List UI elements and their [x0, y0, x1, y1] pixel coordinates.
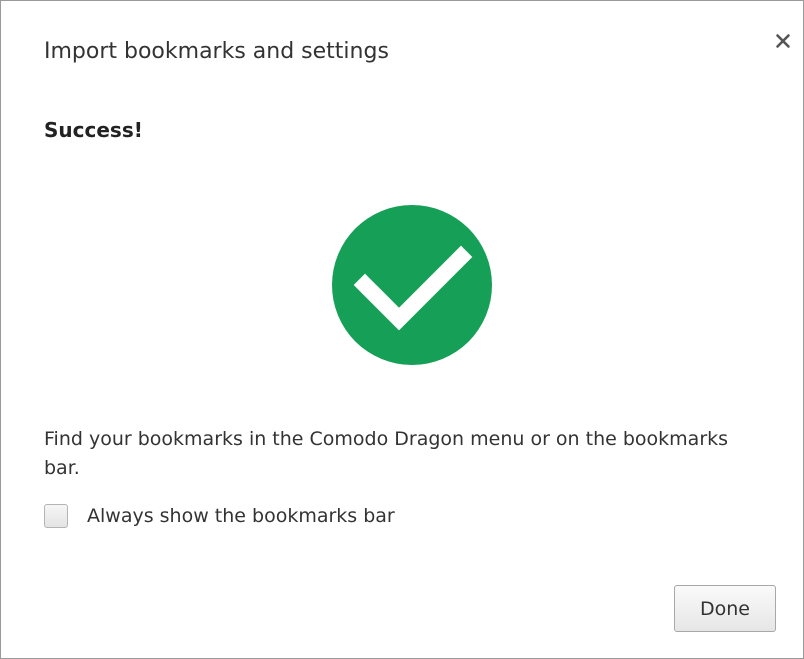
dialog-title: Import bookmarks and settings — [44, 39, 389, 64]
import-dialog: Import bookmarks and settings Success! F… — [0, 0, 804, 659]
close-icon[interactable] — [771, 29, 795, 53]
done-button[interactable]: Done — [674, 585, 776, 632]
success-heading: Success! — [44, 118, 143, 142]
show-bookmarks-bar-label[interactable]: Always show the bookmarks bar — [87, 505, 395, 527]
success-message: Find your bookmarks in the Comodo Dragon… — [44, 428, 729, 479]
check-circle-icon — [332, 205, 492, 365]
show-bookmarks-bar-option[interactable]: Always show the bookmarks bar — [44, 502, 395, 530]
show-bookmarks-bar-checkbox[interactable] — [44, 504, 68, 528]
